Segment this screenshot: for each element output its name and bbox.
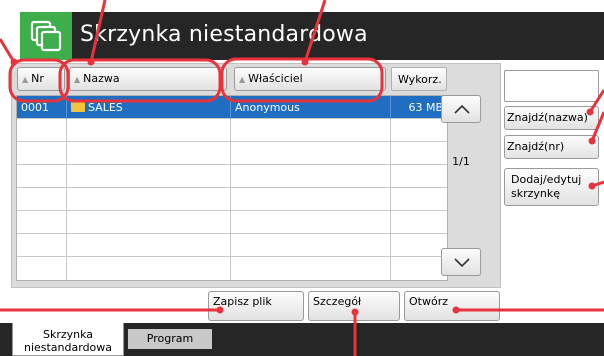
- find-by-number-button[interactable]: Znajdź(nr): [504, 135, 599, 159]
- tab-program[interactable]: Program: [128, 329, 212, 349]
- table-row[interactable]: [17, 234, 447, 257]
- open-button[interactable]: Otwórz: [404, 291, 500, 321]
- table-row[interactable]: [17, 211, 447, 234]
- sort-triangle-icon: ▲: [22, 75, 29, 84]
- page-indicator: 1/1: [452, 155, 470, 168]
- search-field[interactable]: [504, 70, 599, 102]
- column-owner-sort-button[interactable]: ▲ Właściciel: [234, 67, 386, 91]
- chevron-down-icon: [454, 258, 470, 268]
- table-row[interactable]: [17, 257, 447, 280]
- table-row[interactable]: [17, 119, 447, 142]
- cell-name-text: SALES: [88, 101, 123, 114]
- table-row[interactable]: [17, 165, 447, 188]
- cell-owner: Anonymous: [231, 96, 391, 119]
- column-usage-header: Wykorz.: [391, 67, 447, 91]
- sort-triangle-icon: ▲: [74, 75, 81, 84]
- page-title: Skrzynka niestandardowa: [80, 22, 368, 47]
- column-name-sort-button[interactable]: ▲ Nazwa: [69, 67, 227, 91]
- sort-triangle-icon: ▲: [239, 75, 246, 84]
- cell-usage: 63 MB: [391, 96, 447, 119]
- column-nr-label: Nr: [31, 72, 44, 85]
- save-file-button[interactable]: Zapisz plik: [208, 291, 304, 321]
- table-row[interactable]: [17, 142, 447, 165]
- column-nr-sort-button[interactable]: ▲ Nr: [17, 67, 65, 91]
- box-list: ▲ Nr ▲ Nazwa ▲ Właściciel Wykorz. 0001 SALE…: [16, 67, 448, 282]
- column-owner-label: Właściciel: [248, 72, 303, 85]
- scroll-up-button[interactable]: [441, 95, 481, 123]
- column-name-label: Nazwa: [83, 72, 120, 85]
- table-row[interactable]: 0001 SALES Anonymous 63 MB: [17, 96, 447, 119]
- box-table: 0001 SALES Anonymous 63 MB: [16, 95, 448, 281]
- find-by-name-button[interactable]: Znajdź(nazwa): [504, 106, 599, 130]
- folder-icon: [71, 100, 85, 112]
- box-list-panel: ▲ Nr ▲ Nazwa ▲ Właściciel Wykorz. 0001 SALE…: [11, 63, 501, 288]
- cell-nr: 0001: [17, 96, 67, 119]
- scroll-down-button[interactable]: [441, 248, 481, 276]
- screen: Skrzynka niestandardowa ▲ Nr ▲ Nazwa ▲ Właś…: [0, 0, 604, 356]
- tab-custom-box[interactable]: Skrzynka niestandardowa: [12, 323, 124, 356]
- add-edit-box-button[interactable]: Dodaj/edytuj skrzynkę: [504, 168, 599, 206]
- cell-usage-value: 63: [408, 101, 423, 114]
- box-stack-icon: [20, 12, 72, 60]
- detail-button[interactable]: Szczegół: [308, 291, 400, 321]
- chevron-up-icon: [454, 104, 470, 114]
- cell-name: SALES: [67, 96, 231, 119]
- table-row[interactable]: [17, 188, 447, 211]
